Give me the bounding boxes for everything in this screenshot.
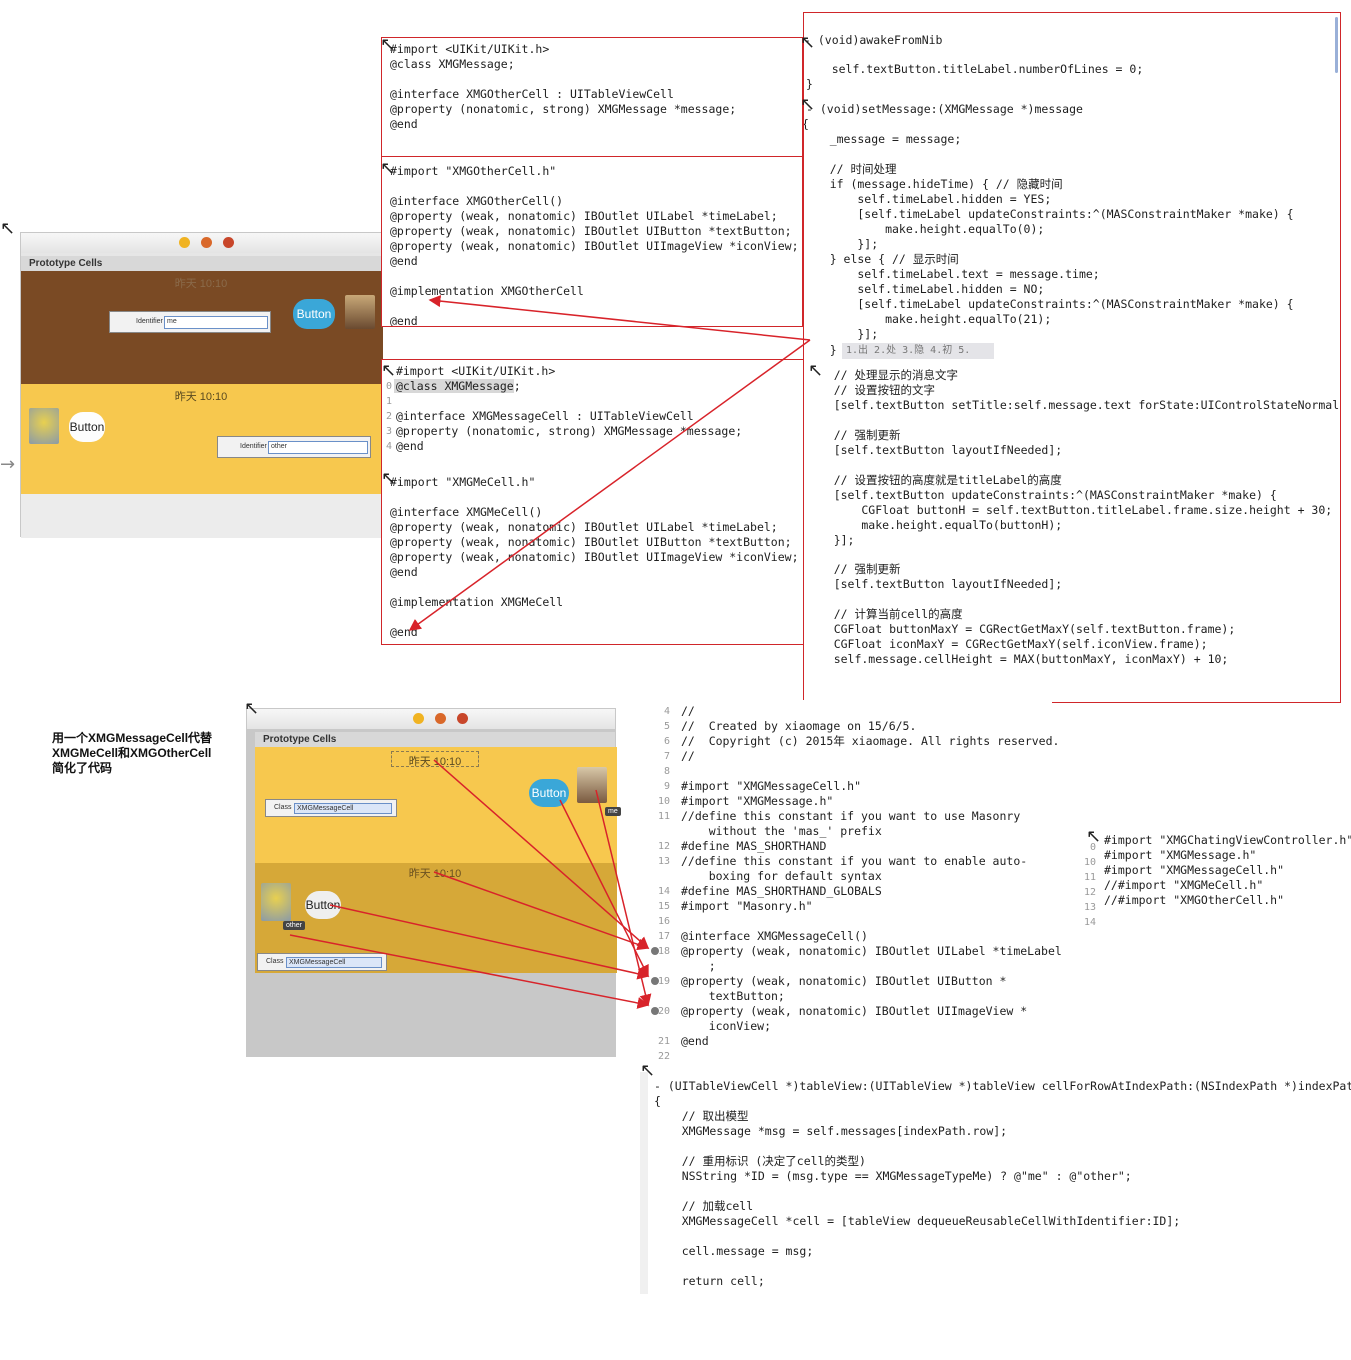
- mouse-pointer-icon: ↖: [800, 94, 816, 115]
- mouse-pointer-icon: ↖: [808, 360, 824, 381]
- arrow: [329, 904, 650, 980]
- mouse-pointer-icon: ↖: [381, 468, 397, 489]
- mouse-pointer-icon: ↖: [380, 34, 396, 55]
- annotation-arrows: [289, 295, 811, 1009]
- arrow: [408, 339, 811, 631]
- mouse-pointer-icon: ↖: [800, 32, 816, 53]
- mouse-pointer-icon: ↖: [244, 698, 260, 719]
- mouse-pointer-icon: ↖: [640, 1060, 656, 1081]
- mouse-pointer-icon: ↖: [381, 360, 397, 381]
- mouse-pointer-icon: ↖: [380, 158, 396, 179]
- arrow: [433, 759, 650, 949]
- arrow: [289, 934, 650, 1009]
- arrow: [433, 871, 650, 951]
- arrow: [595, 789, 652, 1007]
- arrow: [428, 295, 811, 341]
- mouse-pointer-icon: ↖: [1086, 826, 1102, 847]
